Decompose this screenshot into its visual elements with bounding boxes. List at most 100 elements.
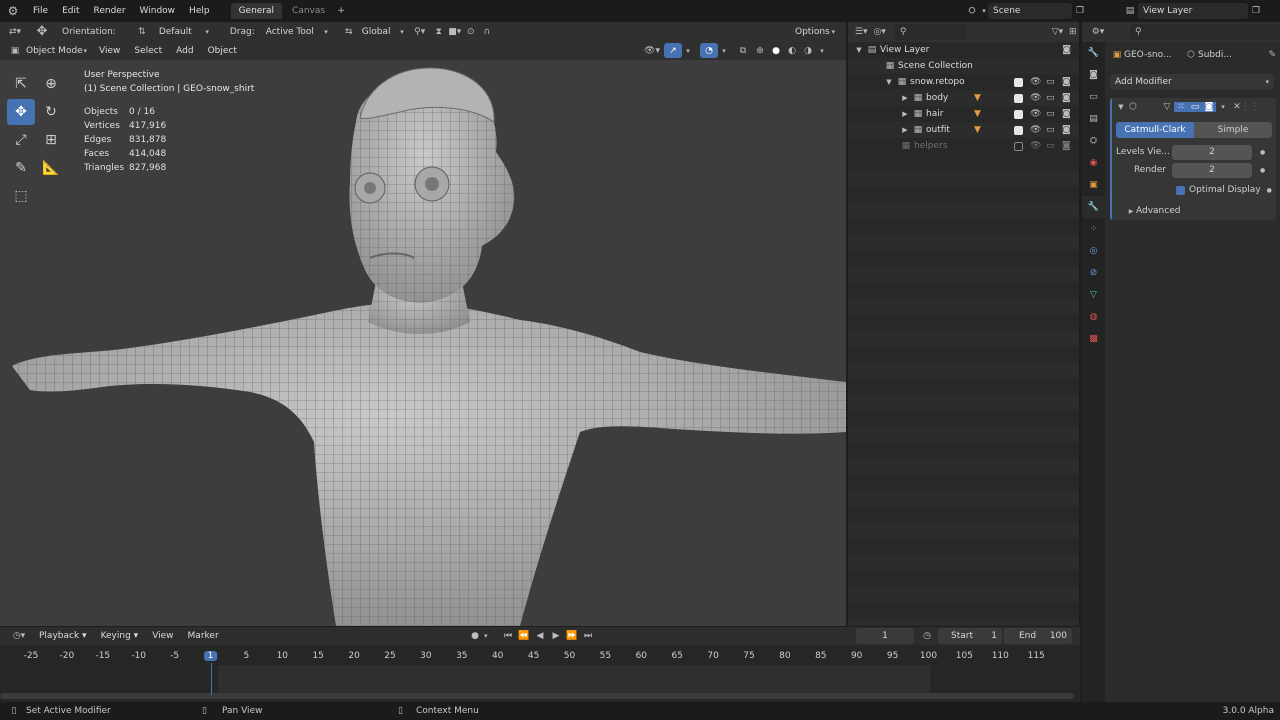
view-layer-selector[interactable]: ▤ View Layer ❐: [1122, 3, 1264, 19]
menu-edit[interactable]: Edit: [55, 6, 86, 16]
exclude-checkbox[interactable]: [1014, 125, 1023, 135]
world-tab-icon[interactable]: ◉: [1082, 152, 1105, 174]
eye-icon[interactable]: 👁: [1030, 141, 1041, 151]
timeline-scrubber[interactable]: -25 -20 -15 -10 -5 1 5 10 15 20 25 30 35 40 45 50 55 60 65…: [0, 645, 1080, 702]
expand-arrow-icon[interactable]: ▶: [900, 94, 910, 102]
timeline-scrollbar[interactable]: [0, 693, 1074, 699]
modifier-tab-icon[interactable]: 🔧: [1082, 196, 1105, 218]
camera-icon[interactable]: ◙: [1062, 109, 1071, 119]
scene-tab-icon[interactable]: ⛭: [1082, 130, 1105, 152]
physics-tab-icon[interactable]: ◎: [1082, 240, 1105, 262]
jump-start-icon[interactable]: ⏮: [500, 631, 516, 641]
expand-arrow-icon[interactable]: ▼: [854, 46, 864, 54]
optimal-display-checkbox[interactable]: [1176, 185, 1185, 195]
properties-search-input[interactable]: ⚲: [1130, 24, 1280, 40]
eye-icon[interactable]: 👁: [1030, 93, 1041, 103]
scene-selector[interactable]: ⛭ ▾ Scene ❐: [964, 3, 1088, 19]
timeline-menu-marker[interactable]: Marker: [181, 631, 226, 641]
data-tab-icon[interactable]: ▽: [1082, 284, 1105, 306]
monitor-icon[interactable]: ▭: [1046, 77, 1055, 87]
keyframe-dot-icon[interactable]: ●: [1267, 187, 1272, 194]
simple-button[interactable]: Simple: [1194, 122, 1272, 138]
workspace-tab-canvas[interactable]: Canvas: [284, 3, 333, 19]
monitor-icon[interactable]: ▭: [1046, 125, 1055, 135]
display-mode-icon[interactable]: ◎▾: [870, 27, 888, 37]
camera-icon[interactable]: ◙: [1062, 125, 1071, 135]
eye-icon[interactable]: 👁: [1030, 77, 1041, 87]
3d-viewport[interactable]: ⇄▾ ✥ Orientation: ⇅ Default ▾ Drag: Acti…: [0, 22, 846, 626]
editor-type-icon[interactable]: ☰▾: [852, 27, 870, 37]
new-collection-icon[interactable]: ⊞: [1067, 27, 1079, 37]
expand-arrow-icon[interactable]: ▼: [884, 78, 894, 86]
outliner-row-hair[interactable]: ▶ ▦ hair ▼ 👁 ▭ ◙: [848, 106, 1079, 122]
monitor-icon[interactable]: ▭: [1046, 141, 1055, 151]
menu-help[interactable]: Help: [182, 6, 217, 16]
end-frame-field[interactable]: End 100: [1004, 628, 1072, 644]
render-toggle-icon[interactable]: ◙: [1202, 102, 1216, 112]
add-modifier-dropdown[interactable]: Add Modifier ▾: [1110, 74, 1274, 90]
jump-end-icon[interactable]: ⏭: [580, 631, 596, 641]
outliner-row-body[interactable]: ▶ ▦ body ▼ 👁 ▭ ◙: [848, 90, 1079, 106]
menu-file[interactable]: File: [26, 6, 55, 16]
camera-icon[interactable]: ◙: [1062, 77, 1071, 87]
exclude-checkbox[interactable]: [1014, 109, 1023, 119]
jump-keyframe-back-icon[interactable]: ⏪: [516, 631, 532, 641]
chevron-down-icon[interactable]: ▾: [484, 632, 488, 640]
eye-icon[interactable]: 👁: [1030, 125, 1041, 135]
outliner-row-helpers[interactable]: ▦ helpers 👁 ▭ ◙: [848, 138, 1079, 154]
timeline-menu-view[interactable]: View: [145, 631, 180, 641]
expand-arrow-icon[interactable]: ▶: [900, 126, 910, 134]
character-mesh[interactable]: [0, 22, 846, 626]
constraints-tab-icon[interactable]: ⊘: [1082, 262, 1105, 284]
object-tab-icon[interactable]: ▣: [1082, 174, 1105, 196]
exclude-checkbox[interactable]: [1014, 77, 1023, 87]
exclude-checkbox[interactable]: [1014, 93, 1023, 103]
copy-scene-icon[interactable]: ❐: [1072, 6, 1088, 16]
collapse-arrow-icon[interactable]: ▼: [1116, 103, 1126, 111]
view-layer-name-field[interactable]: View Layer: [1138, 3, 1248, 19]
add-workspace-icon[interactable]: +: [333, 6, 349, 16]
stopwatch-icon[interactable]: ◷: [920, 631, 934, 641]
editor-type-icon[interactable]: ⚙▾: [1086, 27, 1110, 37]
keyframe-dot-icon[interactable]: ●: [1260, 167, 1265, 174]
levels-viewport-field[interactable]: 2: [1172, 144, 1252, 160]
play-icon[interactable]: ▶: [548, 631, 564, 641]
eye-icon[interactable]: 👁: [1030, 109, 1041, 119]
jump-keyframe-forward-icon[interactable]: ⏩: [564, 631, 580, 641]
output-tab-icon[interactable]: ▭: [1082, 86, 1105, 108]
outliner-row-scene-collection[interactable]: ▦ Scene Collection: [848, 58, 1079, 74]
edit-mode-toggle-icon[interactable]: ▽: [1160, 102, 1174, 112]
outliner-row-snow-retopo[interactable]: ▼ ▦ snow.retopo 👁 ▭ ◙: [848, 74, 1079, 90]
auto-keying-icon[interactable]: ●: [468, 631, 482, 641]
outliner-row-outfit[interactable]: ▶ ▦ outfit ▼ 👁 ▭ ◙: [848, 122, 1079, 138]
texture-tab-icon[interactable]: ▩: [1082, 328, 1105, 350]
expand-arrow-icon[interactable]: ▶: [900, 110, 910, 118]
timeline-menu-playback[interactable]: Playback ▾: [32, 631, 94, 641]
advanced-subpanel[interactable]: ▶ Advanced: [1126, 204, 1276, 218]
chevron-down-icon[interactable]: ▾: [1216, 103, 1230, 111]
current-frame-field[interactable]: 1: [856, 628, 914, 644]
scene-name-field[interactable]: Scene: [988, 3, 1072, 19]
pin-icon[interactable]: ✎: [1268, 50, 1276, 60]
material-tab-icon[interactable]: ◍: [1082, 306, 1105, 328]
filter-icon[interactable]: ▽▾: [1048, 27, 1066, 37]
cage-toggle-icon[interactable]: ⁙: [1174, 102, 1188, 112]
blender-logo-icon[interactable]: ⚙: [0, 4, 26, 18]
camera-icon[interactable]: ◙: [1062, 93, 1071, 103]
catmull-clark-button[interactable]: Catmull-Clark: [1116, 122, 1194, 138]
exclude-checkbox[interactable]: [1014, 141, 1023, 151]
outliner-search-input[interactable]: ⚲: [894, 24, 967, 40]
editor-type-icon[interactable]: ◷▾: [6, 631, 32, 641]
monitor-icon[interactable]: ▭: [1046, 93, 1055, 103]
render-levels-field[interactable]: 2: [1172, 162, 1252, 178]
copy-view-layer-icon[interactable]: ❐: [1248, 6, 1264, 16]
view-layer-tab-icon[interactable]: ▤: [1082, 108, 1105, 130]
viewport-toggle-icon[interactable]: ▭: [1188, 102, 1202, 112]
timeline-menu-keying[interactable]: Keying ▾: [94, 631, 146, 641]
outliner-row-view-layer[interactable]: ▼ ▤ View Layer ◙: [848, 42, 1079, 58]
camera-icon[interactable]: ◙: [1062, 141, 1071, 151]
drag-handle-icon[interactable]: ⋮⋮: [1241, 102, 1259, 112]
start-frame-field[interactable]: Start 1: [938, 628, 1002, 644]
tool-tab-icon[interactable]: 🔧: [1082, 42, 1105, 64]
menu-render[interactable]: Render: [87, 6, 133, 16]
